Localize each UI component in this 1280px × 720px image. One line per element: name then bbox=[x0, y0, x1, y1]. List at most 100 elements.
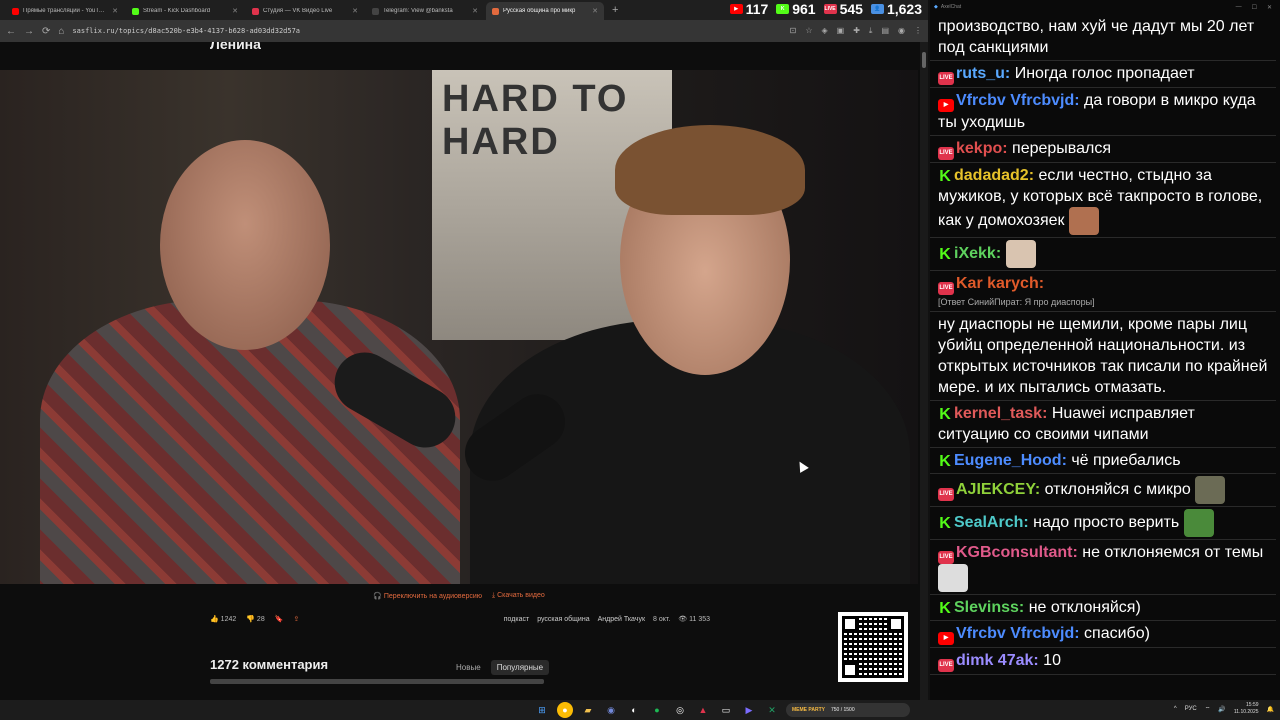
viewer-stat: ▶ 117 bbox=[729, 1, 768, 17]
menu-icon[interactable]: ⋮ bbox=[914, 26, 922, 36]
new-tab-button[interactable]: + bbox=[606, 4, 624, 16]
maximize-icon[interactable]: ☐ bbox=[1252, 4, 1257, 11]
chat-message: ▶ Vfrcbv Vfrcbvjd: да говори в микро куда… bbox=[930, 88, 1276, 136]
page-scrollbar[interactable] bbox=[920, 42, 928, 700]
sidebar-icon[interactable]: ▤ bbox=[881, 26, 889, 36]
publish-date: 8 окт. bbox=[653, 615, 671, 623]
vk-platform-icon: LIVE bbox=[938, 147, 954, 160]
tab-close-icon[interactable]: ✕ bbox=[592, 7, 598, 15]
chat-nickname[interactable]: kekpo: bbox=[956, 140, 1008, 157]
meme-party-widget[interactable]: MEME PARTY 750 / 1500 bbox=[786, 703, 910, 717]
start-icon[interactable]: ⊞ bbox=[534, 702, 550, 718]
viewer-stats: ▶ 117 K 961 LIVE 545 👤 1,623 bbox=[729, 0, 922, 18]
url-input[interactable]: sasflix.ru/topics/d8ac520b-e3b4-4137-b62… bbox=[72, 27, 781, 35]
clock-date: 11.10.2025 bbox=[1233, 709, 1259, 715]
minimize-icon[interactable]: — bbox=[1236, 4, 1242, 11]
viewer-stat: K 961 bbox=[776, 1, 816, 17]
extensions-puzzle-icon[interactable]: ✚ bbox=[853, 26, 860, 36]
chat-app-icon: ◆ bbox=[934, 4, 938, 10]
tag-chip[interactable]: Андрей Ткачук bbox=[598, 616, 645, 623]
share-icon[interactable]: ⇪ bbox=[293, 615, 299, 623]
browser-tab[interactable]: Telegram: View @banksta ✕ bbox=[366, 2, 484, 20]
chat-message-text: 10 bbox=[1043, 652, 1061, 669]
browser-tab[interactable]: Студия — VK Видео Live ✕ bbox=[246, 2, 364, 20]
steam-icon[interactable]: ◐ bbox=[626, 702, 642, 718]
back-icon[interactable]: ← bbox=[6, 26, 16, 37]
explorer-icon[interactable]: ▰ bbox=[580, 702, 596, 718]
chat-nickname[interactable]: Eugene_Hood: bbox=[954, 452, 1067, 469]
chat-nickname[interactable]: Kar karych: bbox=[956, 275, 1044, 292]
volume-icon[interactable]: 🔊 bbox=[1218, 706, 1225, 713]
tab-title: Stream - Kick Dashboard bbox=[143, 8, 211, 14]
chat-nickname[interactable]: dadadad2: bbox=[954, 167, 1034, 184]
forward-icon[interactable]: → bbox=[24, 26, 34, 37]
chat-message: LIVE kekpo: перерывался bbox=[930, 136, 1276, 163]
chat-nickname[interactable]: SealArch: bbox=[954, 514, 1029, 531]
wifi-icon[interactable]: ⌔ bbox=[1205, 705, 1211, 713]
browser-tab[interactable]: Stream - Kick Dashboard ✕ bbox=[126, 2, 244, 20]
download-video-link[interactable]: ⤓ Скачать видео bbox=[492, 592, 545, 600]
chat-nickname[interactable]: kernel_task: bbox=[954, 405, 1047, 422]
meme-party-progress: 750 / 1500 bbox=[830, 707, 855, 713]
tag-chip[interactable]: подкаст bbox=[504, 616, 529, 623]
browser-tab[interactable]: Прямые трансляции - YouTube ✕ bbox=[6, 2, 124, 20]
discord-icon[interactable]: ◉ bbox=[603, 702, 619, 718]
browser-tab[interactable]: Русская община про микр ✕ bbox=[486, 2, 604, 20]
qr-code bbox=[838, 612, 908, 682]
chat-message: LIVE KGBconsultant: не отклоняемся от тем… bbox=[930, 540, 1276, 595]
tab-close-icon[interactable]: ✕ bbox=[112, 7, 118, 15]
system-tray: ^ РУС ⌔ 🔊 15:59 11.10.2025 🔔 bbox=[1174, 702, 1274, 716]
profile-icon[interactable]: ◉ bbox=[898, 26, 905, 36]
chat-nickname[interactable]: iXekk: bbox=[954, 245, 1001, 262]
tag-chip[interactable]: русская община bbox=[537, 616, 589, 623]
comment-input-bar[interactable] bbox=[210, 679, 544, 684]
dislike-button[interactable]: 👎 28 bbox=[246, 615, 264, 623]
tab-close-icon[interactable]: ✕ bbox=[352, 7, 358, 15]
chat-nickname[interactable]: ruts_u: bbox=[956, 65, 1010, 82]
bookmark-icon[interactable]: 🔖 bbox=[275, 615, 284, 623]
chat-nickname[interactable]: Vfrcbv Vfrcbvjd: bbox=[956, 92, 1080, 109]
sort-popular-tab[interactable]: Популярные bbox=[490, 660, 550, 675]
chat-messages: производство, нам хуй че дадут мы 20 лет… bbox=[930, 14, 1276, 675]
audio-version-label: Переключить на аудиоверсию bbox=[383, 593, 483, 600]
chat-nickname[interactable]: dimk 47ak: bbox=[956, 652, 1039, 669]
screenshot-icon[interactable]: ▣ bbox=[837, 26, 845, 36]
home-icon[interactable]: ⌂ bbox=[58, 26, 64, 37]
media-icon[interactable]: ▭ bbox=[718, 702, 734, 718]
tab-title: Прямые трансляции - YouTube bbox=[23, 8, 109, 14]
install-icon[interactable]: ⊡ bbox=[790, 26, 797, 36]
vk-platform-icon: LIVE bbox=[938, 659, 954, 672]
bookmark-star-icon[interactable]: ☆ bbox=[805, 26, 812, 36]
video-player[interactable]: HARD TO HARD bbox=[0, 70, 918, 584]
chrome-icon[interactable]: ● bbox=[557, 702, 573, 718]
scrollbar-thumb[interactable] bbox=[922, 52, 926, 68]
tab-favicon-icon bbox=[372, 7, 379, 15]
chat-nickname[interactable]: KGBconsultant: bbox=[956, 544, 1078, 561]
kick-platform-icon: K bbox=[939, 453, 951, 470]
host-left-head bbox=[160, 140, 330, 350]
excel-icon[interactable]: ✕ bbox=[764, 702, 780, 718]
player-icon[interactable]: ▶ bbox=[741, 702, 757, 718]
spotify-icon[interactable]: ● bbox=[649, 702, 665, 718]
download-icon[interactable]: ⤓ bbox=[869, 26, 873, 36]
audio-version-link[interactable]: 🎧 Переключить на аудиоверсию bbox=[373, 592, 482, 600]
tab-title: Telegram: View @banksta bbox=[383, 8, 453, 14]
chat-nickname[interactable]: Vfrcbv Vfrcbvjd: bbox=[956, 625, 1080, 642]
chat-nickname[interactable]: Slevinss: bbox=[954, 599, 1024, 616]
chat-nickname[interactable]: AJIEKCEY: bbox=[956, 481, 1040, 498]
tray-chevron-icon[interactable]: ^ bbox=[1174, 706, 1177, 712]
sort-new-tab[interactable]: Новые bbox=[450, 660, 487, 675]
notifications-icon[interactable]: 🔔 bbox=[1267, 706, 1274, 713]
reload-icon[interactable]: ⟳ bbox=[42, 26, 50, 37]
language-indicator[interactable]: РУС bbox=[1185, 706, 1197, 712]
like-button[interactable]: 👍 1242 bbox=[210, 615, 236, 623]
obs-icon[interactable]: ◎ bbox=[672, 702, 688, 718]
app-icon[interactable]: ▲ bbox=[695, 702, 711, 718]
tab-close-icon[interactable]: ✕ bbox=[472, 7, 478, 15]
close-icon[interactable]: ✕ bbox=[1267, 4, 1272, 11]
tab-favicon-icon bbox=[492, 7, 499, 15]
clock[interactable]: 15:59 11.10.2025 bbox=[1234, 702, 1259, 716]
toolbar-icons: ⊡ ☆ ◈ ▣ ✚ ⤓ ▤ ◉ ⋮ bbox=[790, 26, 922, 36]
tab-close-icon[interactable]: ✕ bbox=[232, 7, 238, 15]
extension-icon[interactable]: ◈ bbox=[821, 26, 827, 36]
